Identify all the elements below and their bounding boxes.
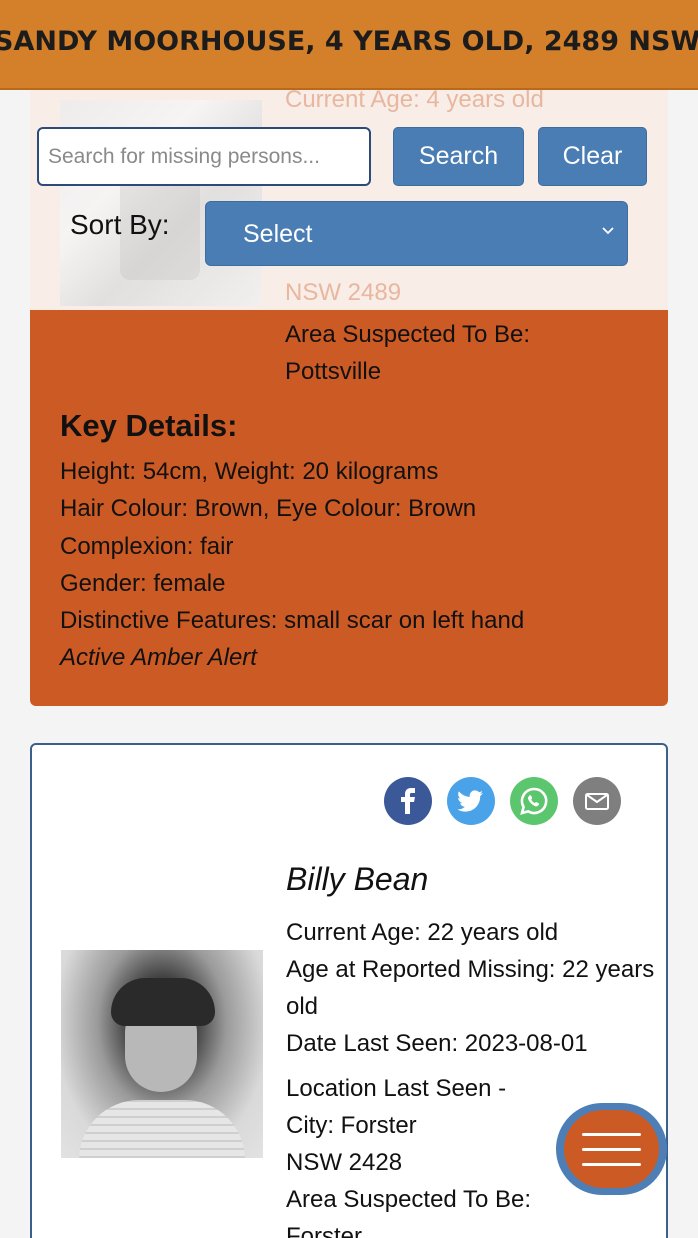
facebook-share-button[interactable] — [384, 777, 432, 825]
twitter-icon — [458, 790, 483, 812]
facebook-icon — [401, 788, 415, 814]
age-at-missing: Age at Reported Missing: 22 years old — [286, 956, 655, 1020]
location-last-seen-label: Location Last Seen - — [286, 1075, 507, 1102]
detail-hair-eye: Hair Colour: Brown, Eye Colour: Brown — [60, 495, 477, 523]
clear-button[interactable]: Clear — [538, 127, 647, 186]
whatsapp-icon — [520, 787, 548, 815]
person-name: Billy Bean — [286, 861, 429, 897]
email-share-button[interactable] — [573, 777, 621, 825]
area-suspected: Area Suspected To Be: Pottsville — [285, 316, 530, 390]
key-details-list: Height: 54cm, Weight: 20 kilograms Hair … — [60, 453, 524, 677]
search-input[interactable] — [37, 127, 371, 186]
ticker-text: SANDY MOORHOUSE, 4 YEARS OLD, 2489 NSWAU — [0, 26, 698, 57]
chevron-down-icon — [602, 227, 614, 235]
area-suspected-value: Pottsville — [285, 358, 382, 385]
news-ticker-banner: SANDY MOORHOUSE, 4 YEARS OLD, 2489 NSWAU — [0, 0, 698, 90]
area-suspected-value: Forster — [286, 1223, 363, 1238]
faded-current-age: Current Age: 4 years old — [285, 86, 544, 113]
date-last-seen: Date Last Seen: 2023-08-01 — [286, 1030, 588, 1057]
sort-selected-value: Select — [243, 220, 313, 248]
current-age: Current Age: 22 years old — [286, 919, 559, 946]
twitter-share-button[interactable] — [447, 777, 495, 825]
email-icon — [585, 793, 609, 810]
amber-alert-status: Active Amber Alert — [60, 644, 257, 672]
search-button[interactable]: Search — [393, 127, 524, 186]
sort-select[interactable]: Select — [205, 201, 628, 266]
detail-height-weight: Height: 54cm, Weight: 20 kilograms — [60, 458, 439, 485]
faded-postcode: NSW 2489 — [285, 279, 402, 306]
whatsapp-share-button[interactable] — [510, 777, 558, 825]
hamburger-icon — [564, 1110, 659, 1188]
key-details-heading: Key Details: — [60, 408, 238, 443]
area-suspected-label: Area Suspected To Be: — [285, 321, 531, 348]
menu-button[interactable] — [556, 1103, 667, 1195]
detail-complexion: Complexion: fair — [60, 532, 234, 560]
person-photo — [61, 950, 263, 1158]
missing-person-card-sandy: Current Age: 4 years old NSW 2489 Area S… — [30, 0, 668, 706]
detail-features: Distinctive Features: small scar on left… — [60, 607, 525, 635]
detail-gender: Gender: female — [60, 569, 226, 597]
sort-by-label: Sort By: — [70, 209, 170, 240]
